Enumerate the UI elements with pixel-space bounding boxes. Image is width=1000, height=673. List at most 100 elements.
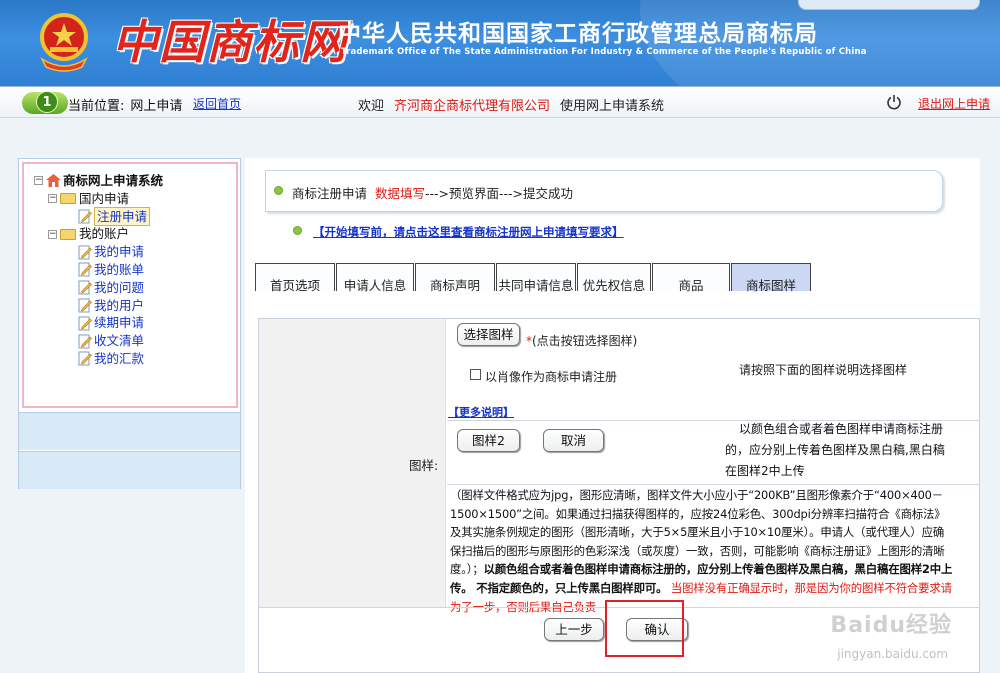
breadcrumb-label: 当前位置: xyxy=(68,99,125,114)
previous-step-button[interactable]: 上一步 xyxy=(544,618,604,641)
sidebar-strip xyxy=(19,412,240,450)
requirements-link[interactable]: 【开始填写前，请点击这里查看商标注册网上申请填写要求】 xyxy=(313,224,624,240)
org-name-cn: 中华人民共和国国家工商行政管理总局商标局 xyxy=(338,21,818,47)
document-icon xyxy=(78,209,92,224)
color-note-line: 在图样2中上传 xyxy=(725,464,805,478)
step-arrow: ---> xyxy=(424,186,449,201)
color-note-line: 的，应分别上传着色图样及黑白稿,黑白稿 xyxy=(725,443,945,457)
welcome-suffix: 使用网上申请系统 xyxy=(560,99,665,114)
tree-item-my-applications[interactable]: 我的申请 xyxy=(34,243,163,261)
steps-text: 商标注册申请 数据填写--->预览界面--->提交成功 xyxy=(292,183,573,202)
tab-joint-application[interactable]: 共同申请信息 xyxy=(496,263,576,293)
tree-item-my-questions[interactable]: 我的问题 xyxy=(34,279,163,297)
tree-item-label: 我的汇款 xyxy=(94,350,145,366)
power-icon[interactable] xyxy=(886,94,902,110)
row-divider xyxy=(447,484,980,485)
document-icon xyxy=(78,298,92,313)
collapse-toggle-icon[interactable]: − xyxy=(48,229,57,239)
tree-item-label: 我的用户 xyxy=(94,297,145,313)
tree-item-my-remittance[interactable]: 我的汇款 xyxy=(34,350,163,368)
tree-item-label: 注册申请 xyxy=(94,206,151,227)
watermark-url: jingyan.baidu.com xyxy=(837,647,948,661)
collapse-toggle-icon[interactable]: − xyxy=(34,176,43,186)
document-icon xyxy=(78,316,92,331)
image-field-label: 图样: xyxy=(409,458,439,473)
bullet-icon xyxy=(293,226,302,235)
header-search-widget[interactable] xyxy=(798,0,980,10)
tab-goods[interactable]: 商品 xyxy=(652,263,730,293)
tab-trademark-image[interactable]: 商标图样 xyxy=(731,263,811,293)
form-tabs: 首页选项 申请人信息 商标声明 共同申请信息 优先权信息 商品 商标图样 xyxy=(255,263,812,293)
document-icon xyxy=(78,351,92,366)
folder-icon xyxy=(60,193,76,205)
tree-item-register[interactable]: 注册申请 xyxy=(34,206,163,227)
site-header: 中国商标网 中华人民共和国国家工商行政管理总局商标局 Trademark Off… xyxy=(0,0,1000,86)
upload-image2-button[interactable]: 图样2 xyxy=(457,429,520,452)
home-icon xyxy=(46,174,61,188)
confirm-highlight-box xyxy=(605,600,684,657)
sidebar-strip xyxy=(19,451,240,489)
welcome-message: 欢迎 齐河商企商标代理有限公司 使用网上申请系统 xyxy=(358,95,664,114)
main-panel: 商标注册申请 数据填写--->预览界面--->提交成功 【开始填写前，请点击这里… xyxy=(245,158,980,673)
tree-node-label: 国内申请 xyxy=(79,190,130,206)
step-preview: 预览界面 xyxy=(449,186,500,201)
tree-node-domestic[interactable]: − 国内申请 xyxy=(34,190,163,208)
logout-link[interactable]: 退出网上申请 xyxy=(918,95,990,112)
step-submitted: 提交成功 xyxy=(523,186,574,201)
select-hint-text: (点击按钮选择图样) xyxy=(532,334,638,348)
tab-priority-info[interactable]: 优先权信息 xyxy=(577,263,651,293)
back-home-link[interactable]: 返回首页 xyxy=(193,95,241,112)
document-icon xyxy=(78,262,92,277)
more-info-link[interactable]: 【更多说明】 xyxy=(448,404,514,420)
tree-item-received-docs[interactable]: 收文清单 xyxy=(34,332,163,350)
color-note-line: 以颜色组合或者着色图样申请商标注册 xyxy=(739,422,944,436)
cancel-button[interactable]: 取消 xyxy=(543,429,604,452)
tree-item-label: 我的申请 xyxy=(94,244,145,260)
breadcrumb: 当前位置: 网上申请 xyxy=(68,95,188,114)
site-logo: 中国商标网 xyxy=(112,15,347,69)
progress-steps: 商标注册申请 数据填写--->预览界面--->提交成功 xyxy=(265,170,943,212)
tree-item-label: 我的账单 xyxy=(94,261,145,277)
tab-home-options[interactable]: 首页选项 xyxy=(255,263,335,293)
sidebar: − 商标网上申请系统 − 国内申请 注册申请 − 我的账户 我的申请 我的账单 … xyxy=(18,158,241,489)
collapse-toggle-icon[interactable]: − xyxy=(48,194,57,204)
breadcrumb-current: 网上申请 xyxy=(130,99,183,114)
national-emblem-icon xyxy=(40,13,88,72)
select-image-hint: *(点击按钮选择图样) xyxy=(526,332,637,349)
bullet-icon xyxy=(274,186,283,195)
tree-root-label: 商标网上申请系统 xyxy=(63,173,164,188)
tree-item-my-bills[interactable]: 我的账单 xyxy=(34,261,163,279)
select-image-button[interactable]: 选择图样 xyxy=(457,323,520,346)
tree-item-label: 我的问题 xyxy=(94,279,145,295)
document-icon xyxy=(78,280,92,295)
portrait-label: 以肖像作为商标申请注册 xyxy=(485,370,618,384)
tree-item-label: 续期申请 xyxy=(94,315,145,331)
color-note: 以颜色组合或者着色图样申请商标注册 的，应分别上传着色图样及黑白稿,黑白稿 在图… xyxy=(725,419,945,482)
tab-applicant-info[interactable]: 申请人信息 xyxy=(336,263,414,293)
nav-tree: − 商标网上申请系统 − 国内申请 注册申请 − 我的账户 我的申请 我的账单 … xyxy=(34,172,163,368)
tab-trademark-statement[interactable]: 商标声明 xyxy=(415,263,495,293)
folder-icon xyxy=(60,228,76,240)
step-arrow: ---> xyxy=(499,186,524,201)
tree-root[interactable]: − 商标网上申请系统 xyxy=(34,172,163,190)
image-requirements-text: （图样文件格式应为jpg，图形应清晰，图样文件大小应小于“200KB”且图形像素… xyxy=(450,486,954,616)
step-register: 商标注册申请 xyxy=(292,186,368,201)
tree-item-label: 收文清单 xyxy=(94,333,145,349)
image-instruction: 请按照下面的图样说明选择图样 xyxy=(739,363,908,377)
document-icon xyxy=(78,245,92,260)
document-icon xyxy=(78,334,92,349)
tree-item-my-users[interactable]: 我的用户 xyxy=(34,297,163,315)
form-label-column: 图样: xyxy=(259,319,446,607)
nav-tree-panel: − 商标网上申请系统 − 国内申请 注册申请 − 我的账户 我的申请 我的账单 … xyxy=(22,162,238,408)
tree-node-label: 我的账户 xyxy=(79,226,130,242)
company-name: 齐河商企商标代理有限公司 xyxy=(394,99,551,114)
top-nav-bar: 1 当前位置: 网上申请 返回首页 欢迎 齐河商企商标代理有限公司 使用网上申请系统 … xyxy=(0,86,1000,118)
portrait-checkbox[interactable] xyxy=(470,369,481,380)
step-data-entry: 数据填写 xyxy=(374,186,425,201)
org-name-en: Trademark Office of The State Administra… xyxy=(341,47,867,57)
tree-node-account[interactable]: − 我的账户 xyxy=(34,225,163,243)
tree-item-renewal[interactable]: 续期申请 xyxy=(34,314,163,332)
watermark: Baidu经验 xyxy=(830,613,952,638)
welcome-prefix: 欢迎 xyxy=(358,99,385,114)
step-number-badge: 1 xyxy=(36,91,58,113)
